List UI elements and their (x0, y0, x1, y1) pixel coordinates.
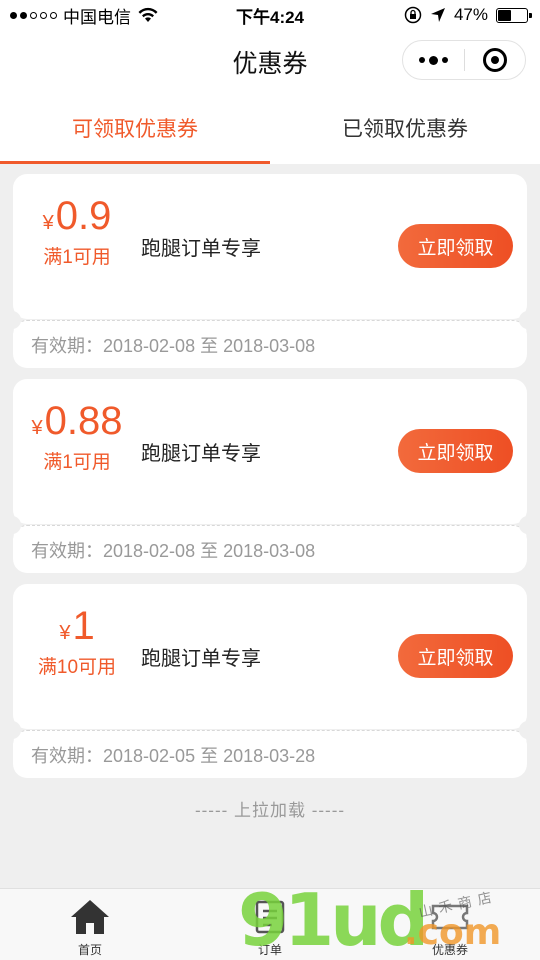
coupon-validity: 有效期：2018-02-08 至 2018-03-08 (31, 336, 316, 356)
nav-bar: 优惠券 (0, 30, 540, 92)
tabbar-item-home[interactable]: 首页 (0, 889, 180, 960)
rotation-lock-icon (404, 6, 422, 24)
tabbar-label: 订单 (257, 943, 282, 957)
mini-program-capsule (402, 40, 526, 80)
coupon-name: 跑腿订单专享 (141, 443, 261, 465)
coupon-name: 跑腿订单专享 (141, 238, 261, 260)
tab-claimed[interactable]: 已领取优惠券 (270, 92, 540, 164)
coupon-main: ¥ 0.9 满1可用 跑腿订单专享 立即领取 (13, 174, 527, 319)
tabbar-item-orders[interactable]: 订单 (180, 889, 360, 960)
coupon-tabs: 可领取优惠券 已领取优惠券 (0, 92, 540, 164)
coupon-amount-box: ¥ 1 满10可用 (13, 602, 141, 679)
coupon-main: ¥ 0.88 满1可用 跑腿订单专享 立即领取 (13, 379, 527, 524)
coupon-amount-box: ¥ 0.9 满1可用 (13, 192, 141, 269)
location-arrow-icon (430, 8, 445, 22)
currency-symbol: ¥ (59, 622, 71, 644)
battery-icon (496, 7, 532, 23)
tabbar-label: 首页 (77, 943, 102, 957)
coupon-icon (428, 897, 472, 937)
claim-button[interactable]: 立即领取 (398, 224, 513, 268)
close-button[interactable] (464, 41, 525, 79)
coupon-validity: 有效期：2018-02-05 至 2018-03-28 (31, 746, 316, 766)
currency-symbol: ¥ (31, 417, 43, 439)
claim-button[interactable]: 立即领取 (398, 634, 513, 678)
coupon-amount: 0.9 (55, 194, 112, 238)
claim-button[interactable]: 立即领取 (398, 429, 513, 473)
coupon-name: 跑腿订单专享 (141, 648, 261, 670)
more-button[interactable] (403, 41, 464, 79)
close-circle-icon (482, 48, 507, 72)
load-more-hint: ----- 上拉加载 ----- (194, 801, 346, 820)
tabbar-item-coupons[interactable]: 优惠券 (360, 889, 540, 960)
coupon-amount: 1 (72, 604, 95, 648)
home-icon (68, 897, 112, 937)
coupon-card: ¥ 1 满10可用 跑腿订单专享 立即领取 有效期：2018-02-05 至 2… (11, 584, 529, 778)
coupon-amount: 0.88 (44, 399, 123, 443)
coupon-main: ¥ 1 满10可用 跑腿订单专享 立即领取 (13, 584, 527, 729)
coupon-card: ¥ 0.88 满1可用 跑腿订单专享 立即领取 有效期：2018-02-08 至… (11, 379, 529, 573)
tab-available[interactable]: 可领取优惠券 (0, 92, 270, 164)
coupon-amount-box: ¥ 0.88 满1可用 (13, 397, 141, 474)
tabbar-label: 优惠券 (431, 943, 468, 957)
battery-percent: 47% (453, 5, 488, 24)
status-bar: 中国电信 下午4:24 47% (0, 0, 540, 30)
coupon-condition: 满1可用 (43, 247, 111, 268)
coupon-condition: 满10可用 (37, 657, 117, 678)
battery-level (498, 9, 512, 21)
currency-symbol: ¥ (42, 212, 54, 234)
order-icon (248, 897, 292, 937)
coupon-card: ¥ 0.9 满1可用 跑腿订单专享 立即领取 有效期：2018-02-08 至 … (11, 174, 529, 368)
coupon-list: ¥ 0.9 满1可用 跑腿订单专享 立即领取 有效期：2018-02-08 至 … (11, 174, 529, 789)
coupon-validity: 有效期：2018-02-08 至 2018-03-08 (31, 541, 316, 561)
coupon-condition: 满1可用 (43, 452, 111, 473)
status-right: 47% (404, 5, 532, 25)
bottom-tab-bar: 首页 订单 优惠券 (0, 888, 540, 960)
